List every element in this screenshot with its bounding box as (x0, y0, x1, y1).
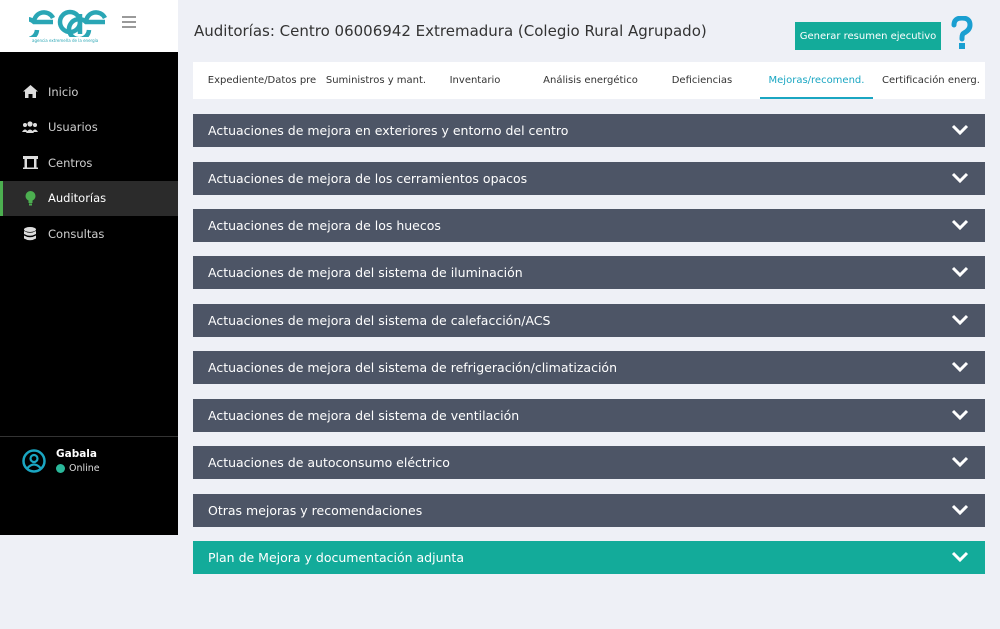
section-title: Actuaciones de mejora en exteriores y en… (208, 123, 569, 138)
user-name: Gabala (56, 448, 97, 460)
section-header-exteriores[interactable]: Actuaciones de mejora en exteriores y en… (193, 114, 985, 147)
generate-executive-summary-button[interactable]: Generar resumen ejecutivo (795, 22, 941, 50)
chevron-down-icon (951, 266, 969, 278)
section-title: Actuaciones de mejora del sistema de ref… (208, 360, 617, 375)
sidebar: agencia extremeña de la energía Inicio U… (0, 0, 178, 535)
chevron-down-icon (951, 219, 969, 231)
lightbulb-icon (22, 190, 38, 206)
section-header-refrigeracion[interactable]: Actuaciones de mejora del sistema de ref… (193, 351, 985, 384)
chevron-down-icon (951, 172, 969, 184)
sidebar-item-usuarios[interactable]: Usuarios (0, 110, 178, 146)
chevron-down-icon (951, 409, 969, 421)
chevron-down-icon (951, 551, 969, 563)
online-status-icon (56, 464, 65, 473)
help-icon[interactable] (951, 16, 973, 52)
chevron-down-icon (951, 124, 969, 136)
tab-inventario[interactable]: Inventario (429, 62, 521, 99)
section-title: Actuaciones de autoconsumo eléctrico (208, 455, 450, 470)
menu-toggle-icon[interactable] (122, 16, 136, 30)
section-title: Actuaciones de mejora del sistema de ilu… (208, 265, 523, 280)
tab-suministros[interactable]: Suministros y mant. (316, 62, 436, 99)
section-header-plan-de-mejora[interactable]: Plan de Mejora y documentación adjunta (193, 541, 985, 574)
chevron-down-icon (951, 314, 969, 326)
sidebar-item-label: Consultas (48, 226, 105, 241)
sidebar-nav: Inicio Usuarios Centros Auditorías Consu… (0, 74, 178, 252)
page-title: Auditorías: Centro 06006942 Extremadura … (194, 22, 707, 40)
chevron-down-icon (951, 504, 969, 516)
sidebar-item-centros[interactable]: Centros (0, 145, 178, 181)
sidebar-item-inicio[interactable]: Inicio (0, 74, 178, 110)
tab-certificacion[interactable]: Certificación energ. (881, 62, 981, 99)
sidebar-item-consultas[interactable]: Consultas (0, 216, 178, 252)
building-icon (22, 155, 38, 171)
section-title: Actuaciones de mejora del sistema de ven… (208, 408, 520, 423)
section-header-iluminacion[interactable]: Actuaciones de mejora del sistema de ilu… (193, 256, 985, 289)
chevron-down-icon (951, 361, 969, 373)
section-title: Actuaciones de mejora de los huecos (208, 218, 441, 233)
tab-mejoras[interactable]: Mejoras/recomend. (760, 62, 873, 99)
logo-area: agencia extremeña de la energía (0, 0, 178, 52)
user-status-text: Online (69, 463, 100, 474)
sidebar-item-label: Centros (48, 155, 93, 170)
section-header-autoconsumo[interactable]: Actuaciones de autoconsumo eléctrico (193, 446, 985, 479)
audit-tabs: Expediente/Datos pre Suministros y mant.… (193, 62, 985, 99)
sidebar-item-auditorias[interactable]: Auditorías (0, 180, 178, 216)
user-status: Online (56, 463, 100, 474)
sidebar-item-label: Auditorías (48, 191, 107, 206)
section-header-huecos[interactable]: Actuaciones de mejora de los huecos (193, 209, 985, 242)
section-header-cerramientos[interactable]: Actuaciones de mejora de los cerramiento… (193, 162, 985, 195)
tab-deficiencias[interactable]: Deficiencias (658, 62, 746, 99)
section-title: Actuaciones de mejora de los cerramiento… (208, 171, 528, 186)
sidebar-item-label: Inicio (48, 84, 79, 99)
tab-analisis-energetico[interactable]: Análisis energético (533, 62, 648, 99)
user-panel: Gabala Online (0, 436, 178, 535)
home-icon (22, 84, 38, 100)
section-title: Otras mejoras y recomendaciones (208, 503, 423, 518)
logo-tagline: agencia extremeña de la energía (32, 38, 99, 43)
section-title: Actuaciones de mejora del sistema de cal… (208, 313, 551, 328)
eae-logo[interactable] (29, 5, 107, 37)
tab-expediente[interactable]: Expediente/Datos pre (201, 62, 323, 99)
user-avatar-icon[interactable] (22, 449, 46, 473)
users-icon (22, 119, 38, 135)
section-header-calefaccion[interactable]: Actuaciones de mejora del sistema de cal… (193, 304, 985, 337)
sidebar-item-label: Usuarios (48, 120, 98, 135)
section-title: Plan de Mejora y documentación adjunta (208, 550, 464, 565)
database-icon (22, 226, 38, 242)
section-header-ventilacion[interactable]: Actuaciones de mejora del sistema de ven… (193, 399, 985, 432)
chevron-down-icon (951, 456, 969, 468)
section-header-otras-mejoras[interactable]: Otras mejoras y recomendaciones (193, 494, 985, 527)
